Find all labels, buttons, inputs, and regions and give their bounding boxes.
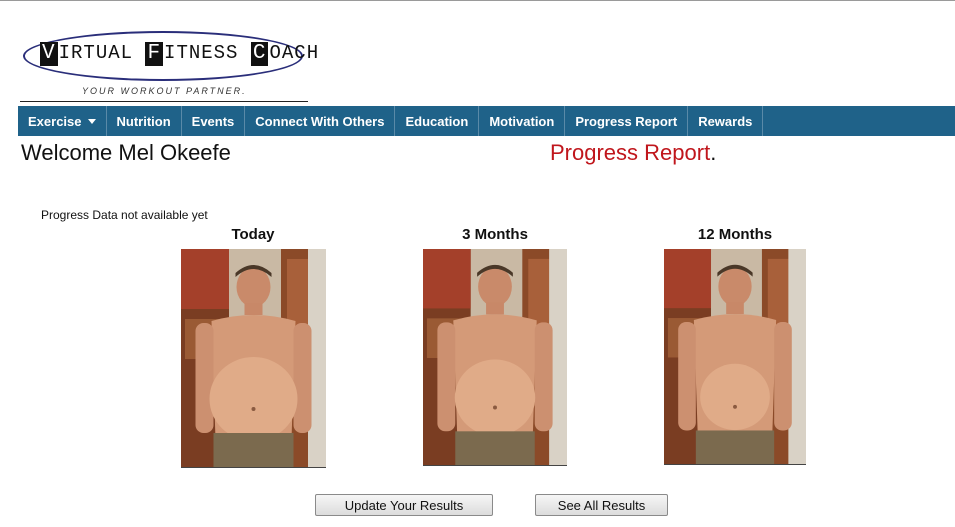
logo-word-1: IRTUAL xyxy=(58,42,146,64)
virtual-fitness-coach-logo[interactable]: V IRTUAL F ITNESS C OACH YOUR WORKOUT PARTN… xyxy=(20,28,318,104)
progress-photo-12-months xyxy=(664,249,806,465)
update-results-button[interactable]: Update Your Results xyxy=(315,494,493,516)
top-border xyxy=(0,0,955,1)
chevron-down-icon xyxy=(87,118,96,124)
nav-item-label: Nutrition xyxy=(116,113,171,129)
nav-item-events[interactable]: Events xyxy=(182,106,246,136)
photo-label: Today xyxy=(231,226,275,243)
page-title-suffix: . xyxy=(710,140,717,165)
person-photo-illustration xyxy=(423,249,567,465)
welcome-heading: Welcome Mel Okeefe xyxy=(21,140,231,165)
photo-label: 12 Months xyxy=(697,226,773,243)
logo-cap-3: C xyxy=(250,42,269,66)
photo-column-12-months: 12 Months xyxy=(662,225,808,465)
photo-column-today: Today xyxy=(180,225,326,468)
nav-item-exercise[interactable]: Exercise xyxy=(18,106,107,136)
nav-item-label: Connect With Others xyxy=(255,113,385,129)
person-photo-illustration xyxy=(180,249,326,467)
nav-item-label: Rewards xyxy=(698,113,753,129)
nav-item-label: Events xyxy=(191,113,235,129)
nav-item-label: Exercise xyxy=(28,113,82,129)
status-note: Progress Data not available yet xyxy=(41,208,208,222)
main-nav: Exercise Nutrition Events Connect With O… xyxy=(18,106,955,136)
nav-item-education[interactable]: Education xyxy=(395,106,480,136)
nav-item-nutrition[interactable]: Nutrition xyxy=(107,106,182,136)
logo-underline xyxy=(20,101,308,102)
logo-cap-1: V xyxy=(40,42,58,66)
logo-cap-2: F xyxy=(145,42,164,66)
progress-photo-3-months xyxy=(423,249,567,466)
logo-tagline: YOUR WORKOUT PARTNER. xyxy=(82,86,247,96)
nav-item-label: Motivation xyxy=(489,113,555,129)
nav-item-label: Progress Report xyxy=(575,113,678,129)
see-all-results-button[interactable]: See All Results xyxy=(535,494,668,516)
progress-photo-today xyxy=(180,249,326,468)
logo-brand-text: V IRTUAL F ITNESS C OACH xyxy=(40,42,318,66)
photo-label: 3 Months xyxy=(462,226,528,243)
nav-item-rewards[interactable]: Rewards xyxy=(688,106,764,136)
nav-item-connect-with-others[interactable]: Connect With Others xyxy=(245,106,396,136)
logo-word-2: ITNESS xyxy=(164,42,251,64)
nav-item-label: Education xyxy=(405,113,469,129)
nav-item-motivation[interactable]: Motivation xyxy=(479,106,566,136)
page-title: Progress Report. xyxy=(550,140,716,166)
nav-item-progress-report[interactable]: Progress Report xyxy=(565,106,689,136)
logo-word-3: OACH xyxy=(269,42,320,64)
photo-column-3-months: 3 Months xyxy=(422,225,568,466)
person-photo-illustration xyxy=(664,249,806,464)
page-title-text: Progress Report xyxy=(550,140,711,165)
